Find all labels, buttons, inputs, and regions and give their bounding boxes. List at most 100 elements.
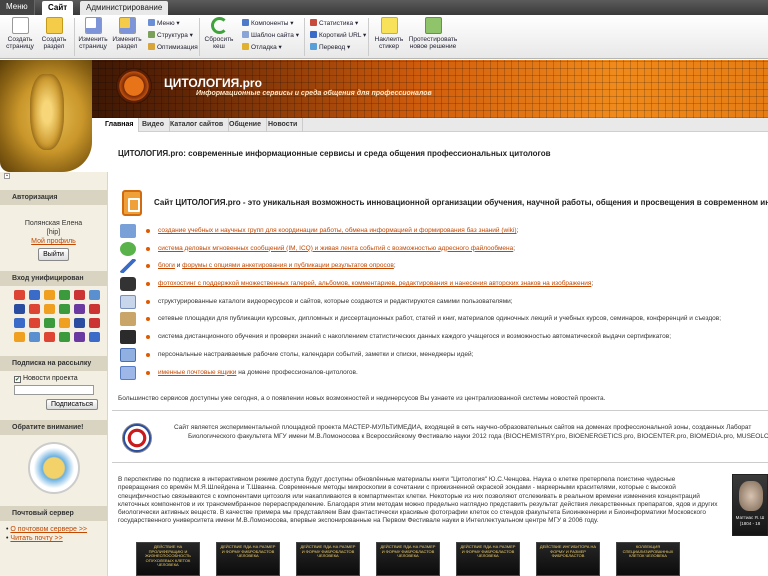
nav-news[interactable]: Новости	[263, 118, 304, 132]
nav-communication[interactable]: Общение	[224, 118, 267, 132]
statistics-label: Статистика	[319, 20, 354, 27]
book-cover[interactable]: КОЛЛЕКЦИЯ СПЕЦИАЛИЗИРОВАННЫХ КЛЕТОК ЧЕЛО…	[616, 542, 680, 576]
list-item: структурированные каталоги видеоресурсов…	[120, 293, 768, 311]
optimization-button[interactable]: Оптимизация	[148, 43, 198, 53]
service-link[interactable]: форумы с опциями анкетирования и публика…	[182, 262, 394, 269]
structure-icon	[148, 31, 155, 38]
statistics-button[interactable]: Статистика ▾	[310, 19, 358, 29]
oauth-provider-icon[interactable]	[74, 332, 85, 342]
test-new-solution-button[interactable]: Протестировать новое решение	[408, 17, 458, 50]
book-cover[interactable]: ДЕЙСТВИЕ ЯДА НА РАЗМЕР И ФОРМУ ФИБРОБЛАС…	[216, 542, 280, 576]
oauth-provider-icon[interactable]	[14, 332, 25, 342]
tab-site[interactable]: Сайт	[42, 1, 74, 15]
service-link[interactable]: фотохостинг с поддержкой множественных г…	[158, 280, 591, 287]
oauth-provider-icon[interactable]	[59, 304, 70, 314]
oauth-provider-icon[interactable]	[44, 332, 55, 342]
oauth-provider-icon[interactable]	[89, 304, 100, 314]
tab-administration[interactable]: Администрирование	[80, 1, 169, 15]
create-page-label: Создать страницу	[6, 36, 34, 50]
oauth-provider-icon[interactable]	[74, 304, 85, 314]
book-cover[interactable]: ДЕЙСТВИЕ ЯДА НА РАЗМЕР И ФОРМУ ФИБРОБЛАС…	[376, 542, 440, 576]
blogs-link[interactable]: блоги	[158, 262, 175, 269]
site-template-button[interactable]: Шаблон сайта ▾	[242, 31, 299, 41]
sidebar-toggle[interactable]: ▪	[0, 172, 107, 180]
oauth-provider-icon[interactable]	[44, 318, 55, 328]
oauth-provider-icon[interactable]	[59, 318, 70, 328]
book-title: ДЕЙСТВИЕ ЯДА НА РАЗМЕР И ФОРМУ ФИБРОБЛАС…	[380, 544, 436, 559]
tab-menu[interactable]: Меню	[0, 0, 35, 15]
service-text: ;	[513, 244, 516, 252]
about-mail-server-link[interactable]: О почтовом сервере >>	[10, 526, 87, 533]
read-mail-link[interactable]: Читать почту >>	[10, 535, 62, 542]
subscribe-heading: Подписка на рассылку	[0, 356, 107, 371]
stats-icon	[310, 19, 317, 26]
oauth-provider-icon[interactable]	[89, 290, 100, 300]
profile-link[interactable]: Мой профиль	[31, 238, 76, 245]
user-name: Полянская Елена	[24, 220, 83, 227]
logout-button[interactable]: Выйти	[38, 248, 69, 261]
create-page-button[interactable]: Создать страницу	[1, 17, 39, 50]
service-text: ;	[591, 280, 594, 288]
nav-home[interactable]: Главная	[100, 118, 140, 132]
service-link[interactable]: создание учебных и научных групп для коо…	[158, 227, 517, 234]
edit-section-button[interactable]: Изменить раздел	[108, 17, 146, 50]
subscribe-email-input[interactable]	[14, 385, 94, 395]
menu-dropdown-button[interactable]: Меню ▾	[148, 19, 180, 29]
site-title[interactable]: ЦИТОЛОГИЯ.pro	[164, 76, 262, 90]
header-grid-pattern	[0, 60, 768, 118]
oauth-provider-icon[interactable]	[29, 304, 40, 314]
service-text: на домене профессионалов-цитологов.	[236, 368, 358, 376]
site-logo[interactable]	[116, 68, 152, 104]
oauth-provider-icon[interactable]	[44, 290, 55, 300]
attention-banner-image[interactable]	[28, 442, 80, 494]
oauth-provider-icon[interactable]	[14, 318, 25, 328]
oauth-provider-icon[interactable]	[29, 332, 40, 342]
book-cover[interactable]: ДЕЙСТВИЕ ЯДА НА РАЗМЕР И ФОРМУ ФИБРОБЛАС…	[296, 542, 360, 576]
add-sticker-button[interactable]: Наклеить стикер	[370, 17, 408, 50]
components-button[interactable]: Компоненты ▾	[242, 19, 294, 29]
book-title: ДЕЙСТВИЕ НА ПРОЛИФЕРАЦИЮ И ЖИЗНЕСПОСОБНО…	[145, 544, 191, 568]
short-url-button[interactable]: Короткий URL ▾	[310, 31, 366, 41]
clear-cache-button[interactable]: Сбросить кеш	[200, 17, 238, 50]
service-text: система дистанционного обучения и провер…	[158, 333, 672, 341]
golden-relief-image	[0, 60, 92, 172]
oauth-provider-icon[interactable]	[74, 318, 85, 328]
oauth-provider-icon[interactable]	[74, 290, 85, 300]
books-icon	[120, 312, 136, 327]
oauth-provider-icon[interactable]	[89, 332, 100, 342]
oauth-provider-icon[interactable]	[44, 304, 55, 314]
intro-text: Сайт ЦИТОЛОГИЯ.pro - это уникальная возм…	[154, 198, 768, 207]
checkbox-icon[interactable]: ✔	[14, 376, 21, 383]
oauth-provider-icon[interactable]	[14, 304, 25, 314]
portrait-caption: Маттиас Я. Ш (1804 - 18	[735, 515, 765, 526]
services-note: Большинство сервисов доступны уже сегодн…	[118, 395, 606, 402]
create-section-button[interactable]: Создать раздел	[35, 17, 73, 50]
oauth-provider-icon[interactable]	[59, 332, 70, 342]
components-label: Компоненты	[251, 20, 289, 27]
oauth-provider-icon[interactable]	[29, 318, 40, 328]
auth-heading: Авторизация	[0, 190, 107, 205]
debug-button[interactable]: Отладка ▾	[242, 43, 282, 53]
oauth-provider-icon[interactable]	[29, 290, 40, 300]
translate-button[interactable]: Перевод ▾	[310, 43, 350, 53]
oauth-provider-icon[interactable]	[89, 318, 100, 328]
scientist-portrait[interactable]: Маттиас Я. Ш (1804 - 18	[732, 474, 768, 536]
structure-button[interactable]: Структура ▾	[148, 31, 193, 41]
service-text: ;	[393, 262, 396, 270]
oauth-provider-icon[interactable]	[14, 290, 25, 300]
test-icon	[424, 17, 442, 34]
subscribe-option[interactable]: ✔ Новости проекта	[0, 371, 107, 383]
service-link[interactable]: система деловых мгновенных сообщений (IM…	[158, 245, 513, 252]
subscribe-button[interactable]: Подписаться	[46, 399, 98, 410]
book-cover[interactable]: ДЕЙСТВИЕ ЯДА НА РАЗМЕР И ФОРМУ ФИБРОБЛАС…	[456, 542, 520, 576]
book-cover[interactable]: ДЕЙСТВИЕ НА ПРОЛИФЕРАЦИЮ И ЖИЗНЕСПОСОБНО…	[136, 542, 200, 576]
oauth-provider-icon[interactable]	[59, 290, 70, 300]
book-cover[interactable]: ДЕЙСТВИЕ ИНГИБИТОРА НА ФОРМУ И РАЗМЕР ФИ…	[536, 542, 600, 576]
menu-icon	[148, 19, 155, 26]
book-title: ДЕЙСТВИЕ ЯДА НА РАЗМЕР И ФОРМУ ФИБРОБЛАС…	[300, 544, 356, 559]
ribbon-separator	[368, 18, 369, 56]
service-link[interactable]: именные почтовые ящики	[158, 369, 236, 376]
nav-site-catalog[interactable]: Каталог сайтов	[165, 118, 230, 132]
oauth-provider-grid	[0, 286, 107, 342]
edit-page-button[interactable]: Изменить страницу	[74, 17, 112, 50]
